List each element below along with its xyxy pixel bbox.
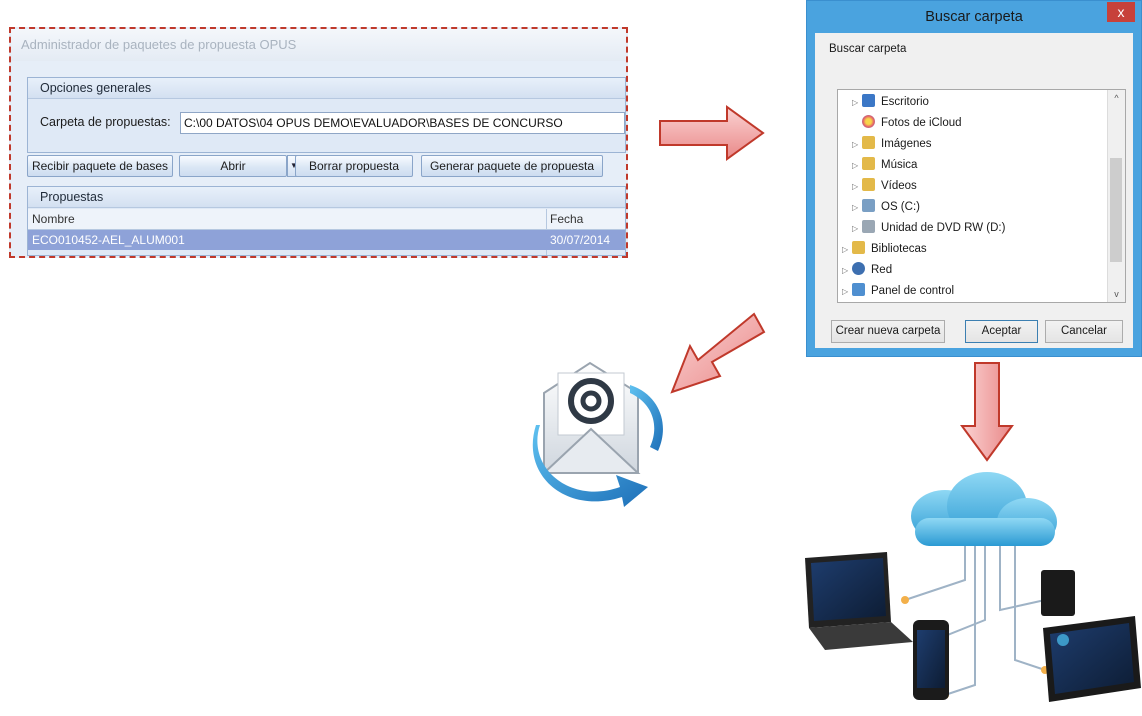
- dialog-subtitle: Buscar carpeta: [829, 43, 907, 55]
- tree-item-escritorio[interactable]: ▷ Escritorio: [852, 92, 929, 112]
- table-row[interactable]: ECO010452-AEL_ALUM001 30/07/2014: [28, 230, 625, 250]
- scroll-down-icon[interactable]: v: [1108, 286, 1125, 302]
- generate-package-button[interactable]: Generar paquete de propuesta: [421, 155, 603, 177]
- delete-proposal-button[interactable]: Borrar propuesta: [295, 155, 413, 177]
- drive-icon: [862, 199, 875, 212]
- new-folder-button[interactable]: Crear nueva carpeta: [831, 320, 945, 343]
- expand-icon[interactable]: ▷: [852, 177, 862, 197]
- tree-scrollbar[interactable]: ^ v: [1107, 90, 1125, 302]
- down-left-arrow-icon: [670, 312, 766, 394]
- tree-item-videos[interactable]: ▷ Vídeos: [852, 176, 917, 196]
- column-header-name[interactable]: Nombre: [32, 209, 75, 229]
- tree-item-panel-control[interactable]: ▷ Panel de control: [842, 281, 954, 301]
- libraries-icon: [852, 241, 865, 254]
- down-arrow-icon: [960, 362, 1014, 462]
- control-panel-icon: [852, 283, 865, 296]
- column-header-date[interactable]: Fecha: [550, 209, 583, 229]
- tree-item-dvd[interactable]: ▷ Unidad de DVD RW (D:): [852, 218, 1005, 238]
- expand-icon[interactable]: ▷: [852, 198, 862, 218]
- cloud-devices-icon: [805, 472, 1141, 702]
- scroll-thumb[interactable]: [1110, 158, 1122, 262]
- videos-folder-icon: [862, 178, 875, 191]
- dvd-drive-icon: [862, 220, 875, 233]
- close-icon[interactable]: x: [1107, 2, 1135, 22]
- browse-folder-dialog: Buscar carpeta x Buscar carpeta ▷ Escrito…: [806, 0, 1142, 357]
- folder-label: Carpeta de propuestas:: [40, 115, 171, 129]
- proposals-header: Propuestas: [28, 187, 625, 208]
- scroll-up-icon[interactable]: ^: [1108, 90, 1125, 106]
- receive-bases-button[interactable]: Recibir paquete de bases: [27, 155, 173, 177]
- expand-icon[interactable]: ▷: [852, 219, 862, 239]
- tree-item-musica[interactable]: ▷ Música: [852, 155, 917, 175]
- tree-item-bibliotecas[interactable]: ▷ Bibliotecas: [842, 239, 927, 259]
- expand-icon[interactable]: ▷: [842, 282, 852, 302]
- proposals-group: Propuestas Nombre Fecha ECO010452-AEL_AL…: [27, 186, 626, 256]
- accept-button[interactable]: Aceptar: [965, 320, 1038, 343]
- expand-icon[interactable]: ▷: [852, 135, 862, 155]
- expand-icon[interactable]: ▷: [842, 261, 852, 281]
- row-name-cell: ECO010452-AEL_ALUM001: [32, 233, 185, 247]
- column-header-row: Nombre Fecha: [28, 209, 625, 230]
- folder-tree: ▷ Escritorio Fotos de iCloud ▷ Imágenes ▷ M…: [837, 89, 1126, 303]
- general-options-group: Opciones generales Carpeta de propuestas…: [27, 77, 626, 153]
- general-options-header: Opciones generales: [28, 78, 625, 99]
- tree-item-os-c[interactable]: ▷ OS (C:): [852, 197, 920, 217]
- cancel-button[interactable]: Cancelar: [1045, 320, 1123, 343]
- open-button[interactable]: Abrir: [179, 155, 287, 177]
- network-icon: [852, 262, 865, 275]
- expand-icon[interactable]: ▷: [852, 93, 862, 113]
- tree-item-imagenes[interactable]: ▷ Imágenes: [852, 134, 932, 154]
- dialog-body: Buscar carpeta ▷ Escritorio Fotos de iClo…: [815, 33, 1133, 348]
- desktop-folder-icon: [862, 94, 875, 107]
- icloud-photos-icon: [862, 115, 875, 128]
- email-at-icon: [532, 361, 663, 507]
- folder-path-input[interactable]: C:\00 DATOS\04 OPUS DEMO\EVALUADOR\BASES…: [180, 112, 625, 134]
- right-arrow-icon: [659, 105, 765, 161]
- pictures-folder-icon: [862, 136, 875, 149]
- expand-icon[interactable]: ▷: [852, 156, 862, 176]
- folder-row: Carpeta de propuestas: C:\00 DATOS\04 OP…: [40, 112, 625, 134]
- opus-package-manager-window: Administrador de paquetes de propuesta O…: [9, 27, 628, 258]
- tree-item-red[interactable]: ▷ Red: [842, 260, 892, 280]
- dialog-title: Buscar carpeta: [925, 9, 1023, 25]
- window-title: Administrador de paquetes de propuesta O…: [11, 29, 626, 61]
- tree-item-icloud[interactable]: Fotos de iCloud: [852, 113, 962, 133]
- row-date-cell: 30/07/2014: [550, 233, 611, 247]
- expand-icon[interactable]: ▷: [842, 240, 852, 260]
- music-folder-icon: [862, 157, 875, 170]
